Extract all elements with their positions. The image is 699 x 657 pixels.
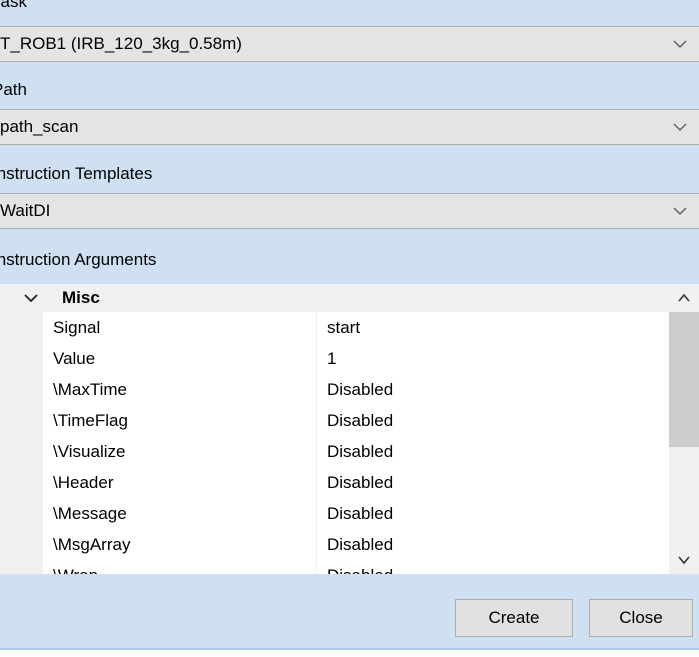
property-value[interactable]: start bbox=[327, 312, 360, 343]
arguments-label: Instruction Arguments bbox=[0, 250, 157, 269]
templates-combobox[interactable]: WaitDI bbox=[0, 193, 699, 229]
property-value[interactable]: Disabled bbox=[327, 405, 393, 436]
chevron-down-icon bbox=[673, 120, 687, 134]
property-name: \Visualize bbox=[53, 442, 126, 461]
property-row[interactable]: \Wrap Disabled bbox=[43, 560, 669, 574]
arguments-property-grid: Misc Signal start Value 1 \MaxTime Disab… bbox=[0, 284, 699, 574]
close-button[interactable]: Close bbox=[589, 599, 693, 637]
property-value[interactable]: Disabled bbox=[327, 560, 393, 574]
templates-label: Instruction Templates bbox=[0, 164, 153, 183]
property-row[interactable]: \MsgArray Disabled bbox=[43, 529, 669, 560]
path-label: Path bbox=[0, 80, 27, 99]
property-name: \Wrap bbox=[53, 560, 98, 574]
chevron-down-icon bbox=[673, 37, 687, 51]
property-name: \MsgArray bbox=[53, 535, 131, 554]
property-name: Signal bbox=[53, 318, 101, 337]
column-separator bbox=[316, 312, 317, 574]
panel-footer-gap bbox=[0, 650, 699, 657]
task-label: Task bbox=[0, 0, 27, 11]
create-instruction-panel: Task T_ROB1 (IRB_120_3kg_0.58m) Path pat… bbox=[0, 0, 699, 657]
property-value[interactable]: 1 bbox=[327, 343, 336, 374]
property-value[interactable]: Disabled bbox=[327, 529, 393, 560]
scroll-up-icon[interactable] bbox=[678, 293, 690, 303]
grid-gutter bbox=[0, 312, 43, 574]
property-value[interactable]: Disabled bbox=[327, 436, 393, 467]
property-name: \Header bbox=[53, 473, 114, 492]
vertical-scrollbar[interactable] bbox=[669, 284, 699, 574]
scroll-down-icon[interactable] bbox=[678, 555, 690, 565]
property-value[interactable]: Disabled bbox=[327, 498, 393, 529]
property-name: Value bbox=[53, 349, 96, 368]
task-value: T_ROB1 (IRB_120_3kg_0.58m) bbox=[0, 34, 242, 53]
chevron-down-icon bbox=[673, 204, 687, 218]
property-row[interactable]: \Visualize Disabled bbox=[43, 436, 669, 467]
templates-value: WaitDI bbox=[0, 201, 51, 220]
create-button[interactable]: Create bbox=[455, 599, 573, 637]
scrollbar-thumb[interactable] bbox=[669, 312, 699, 447]
path-combobox[interactable]: path_scan bbox=[0, 109, 699, 145]
property-row[interactable]: \Header Disabled bbox=[43, 467, 669, 498]
property-row[interactable]: \MaxTime Disabled bbox=[43, 374, 669, 405]
property-name: \MaxTime bbox=[53, 380, 127, 399]
property-value[interactable]: Disabled bbox=[327, 374, 393, 405]
collapse-chevron-icon[interactable] bbox=[24, 292, 38, 304]
property-value[interactable]: Disabled bbox=[327, 467, 393, 498]
task-combobox[interactable]: T_ROB1 (IRB_120_3kg_0.58m) bbox=[0, 26, 699, 62]
property-row[interactable]: \Message Disabled bbox=[43, 498, 669, 529]
property-row[interactable]: \TimeFlag Disabled bbox=[43, 405, 669, 436]
property-name: \Message bbox=[53, 504, 127, 523]
category-row-misc[interactable]: Misc bbox=[0, 284, 669, 312]
property-name: \TimeFlag bbox=[53, 411, 128, 430]
category-title: Misc bbox=[62, 288, 100, 307]
property-row[interactable]: Value 1 bbox=[43, 343, 669, 374]
property-row[interactable]: Signal start bbox=[43, 312, 669, 343]
path-value: path_scan bbox=[0, 117, 79, 136]
